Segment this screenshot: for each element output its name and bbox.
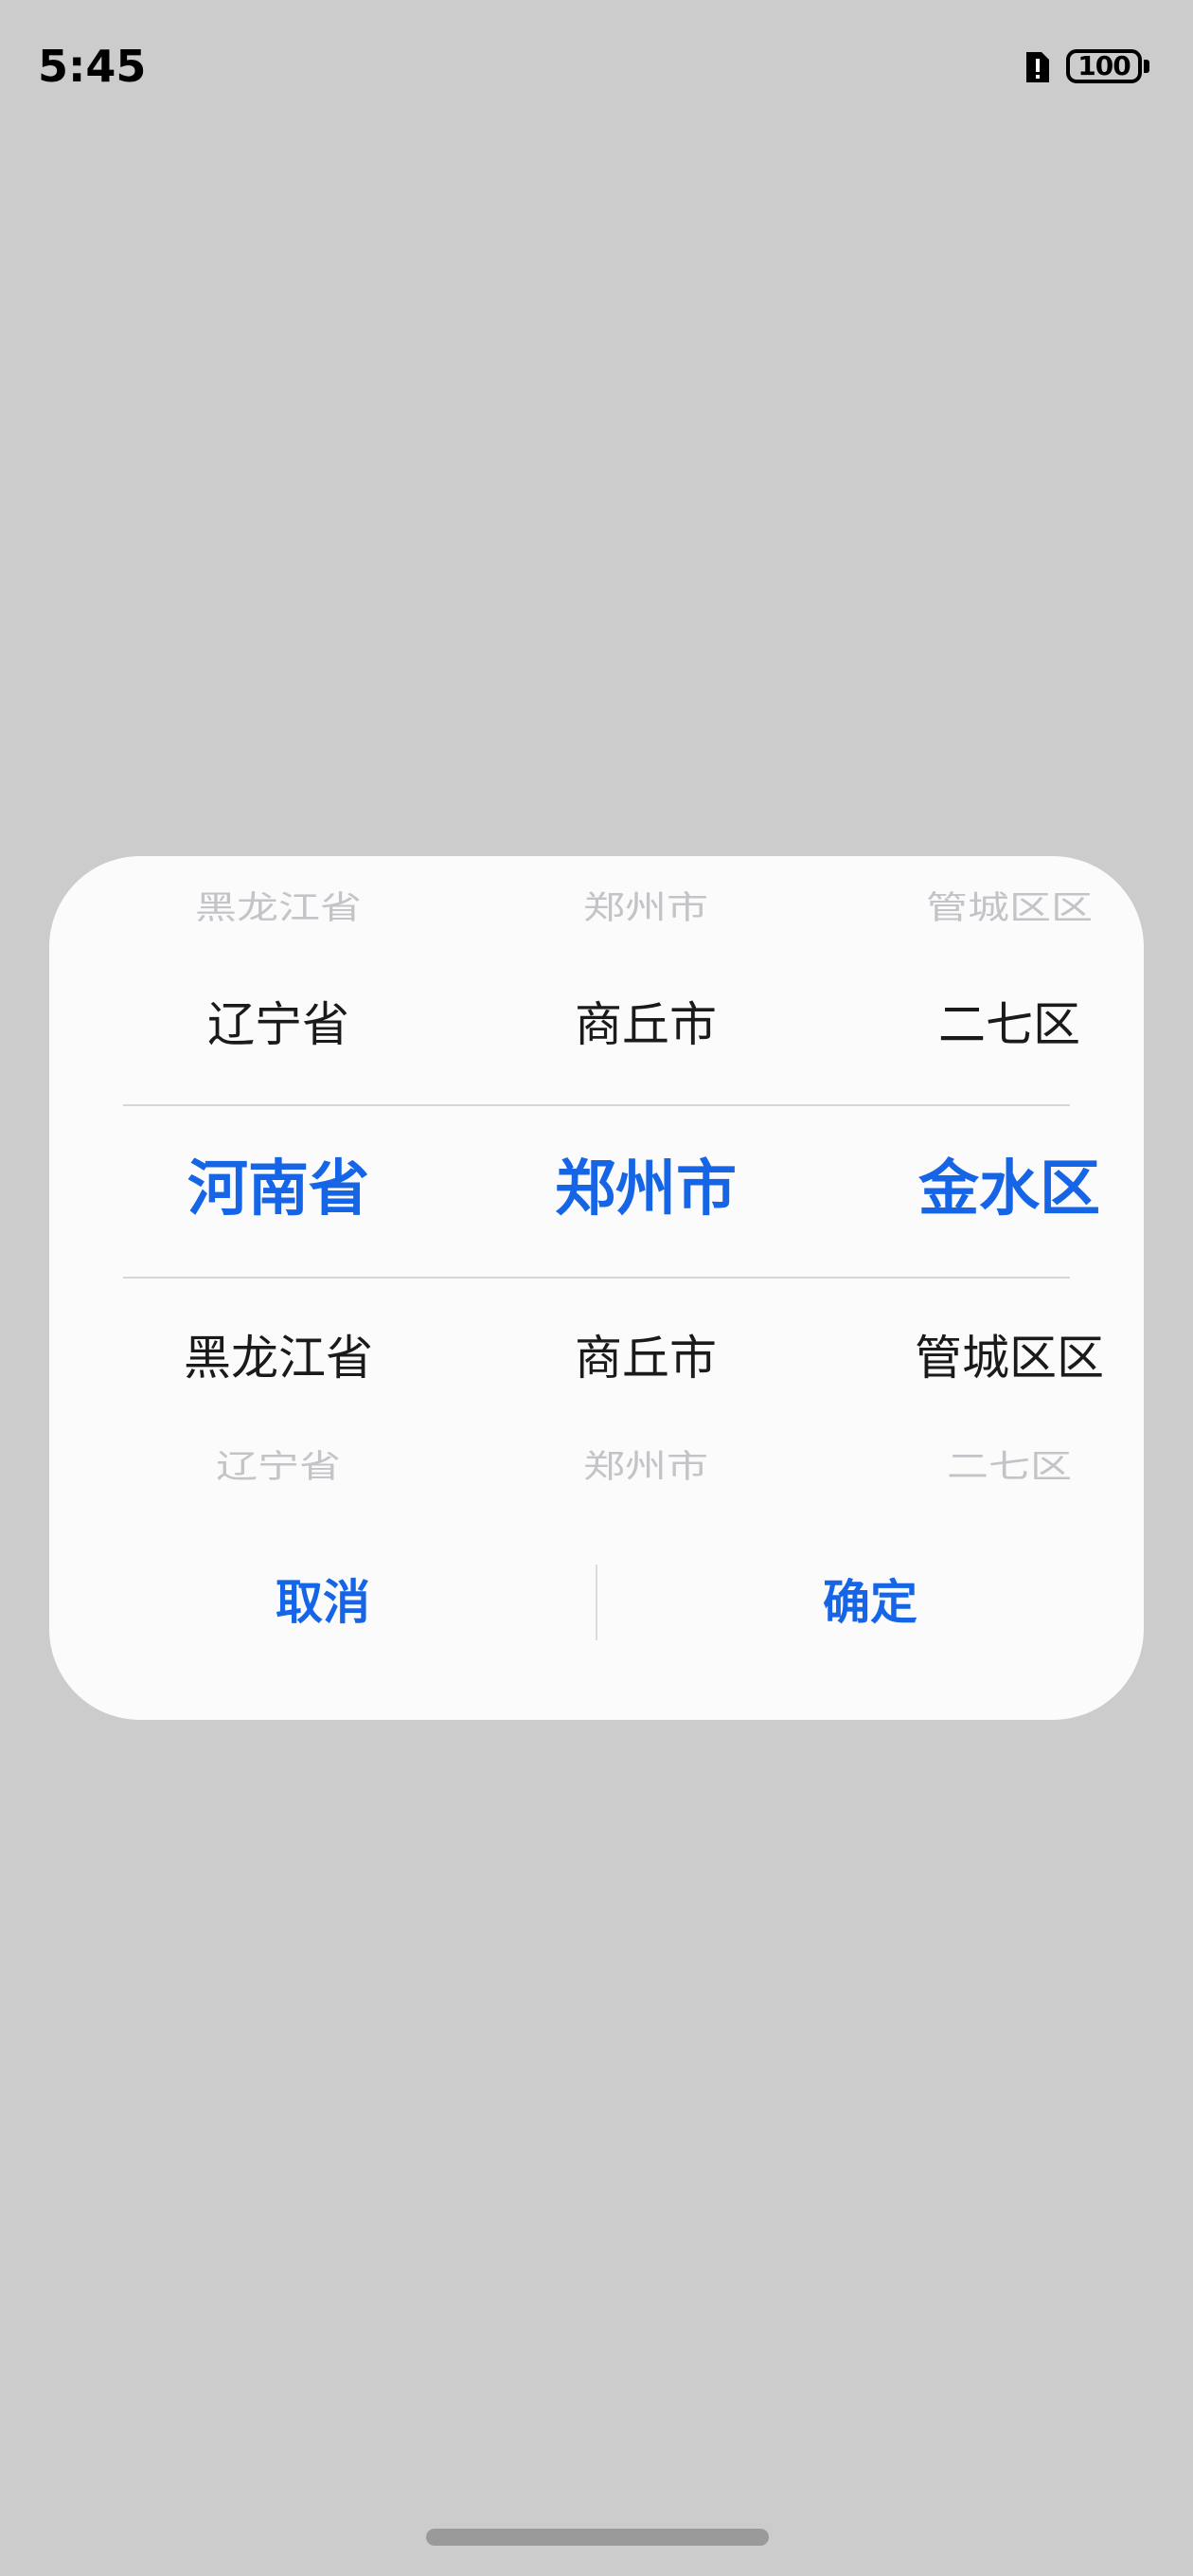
battery-tip [1144, 60, 1149, 73]
battery-icon: 100 [1066, 49, 1151, 87]
district-wheel[interactable]: 管城区区 二七区 金水区 管城区区 二七区 [829, 856, 1144, 1519]
region-picker-dialog: 黑龙江省 辽宁省 河南省 黑龙江省 辽宁省 郑州市 商丘市 郑州市 商丘市 郑州… [49, 856, 1144, 1720]
dialog-actions: 取消 确定 [49, 1546, 1144, 1659]
province-wheel[interactable]: 黑龙江省 辽宁省 河南省 黑龙江省 辽宁省 [98, 856, 458, 1519]
status-bar: 5:45 100 [0, 0, 1193, 133]
city-selected[interactable]: 郑州市 [466, 1142, 826, 1237]
cancel-button[interactable]: 取消 [49, 1546, 596, 1659]
city-option[interactable]: 商丘市 [466, 987, 826, 1063]
province-option[interactable]: 黑龙江省 [98, 1320, 458, 1396]
district-selected[interactable]: 金水区 [829, 1142, 1144, 1237]
district-option[interactable]: 管城区区 [829, 883, 1144, 935]
selection-indicator-bottom [123, 1277, 1070, 1279]
district-option[interactable]: 管城区区 [829, 1320, 1144, 1396]
region-picker: 黑龙江省 辽宁省 河南省 黑龙江省 辽宁省 郑州市 商丘市 郑州市 商丘市 郑州… [49, 856, 1144, 1519]
sim-alert-icon [1026, 52, 1049, 82]
province-selected[interactable]: 河南省 [98, 1142, 458, 1237]
district-option[interactable]: 二七区 [829, 1441, 1144, 1494]
city-wheel[interactable]: 郑州市 商丘市 郑州市 商丘市 郑州市 [466, 856, 826, 1519]
selection-indicator-top [123, 1104, 1070, 1106]
status-time: 5:45 [38, 41, 147, 92]
province-option[interactable]: 辽宁省 [98, 987, 458, 1063]
province-option[interactable]: 黑龙江省 [98, 883, 458, 935]
battery-body: 100 [1066, 49, 1142, 83]
battery-level: 100 [1077, 50, 1131, 81]
city-option[interactable]: 郑州市 [466, 883, 826, 935]
confirm-button[interactable]: 确定 [596, 1546, 1144, 1659]
city-option[interactable]: 郑州市 [466, 1441, 826, 1494]
home-indicator[interactable] [426, 2529, 769, 2546]
province-option[interactable]: 辽宁省 [98, 1441, 458, 1494]
district-option[interactable]: 二七区 [829, 987, 1144, 1063]
city-option[interactable]: 商丘市 [466, 1320, 826, 1396]
